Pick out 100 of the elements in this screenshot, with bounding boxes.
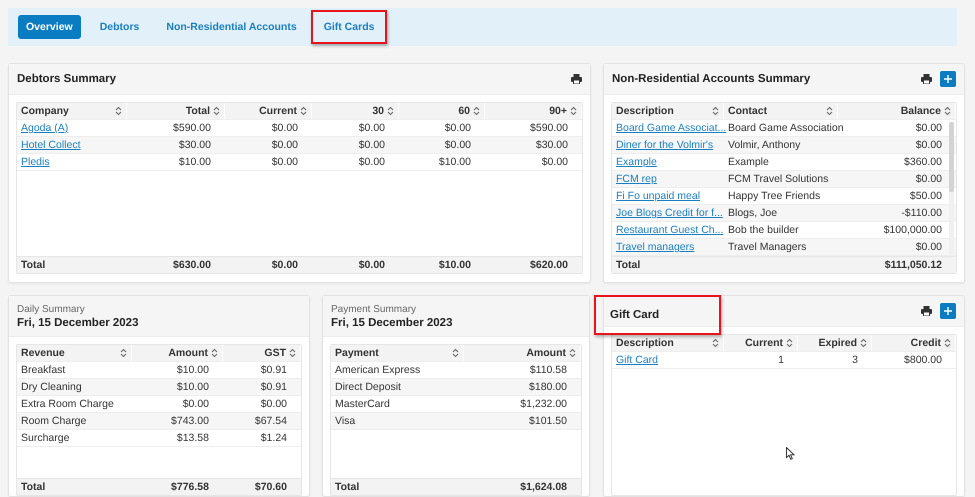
add-button[interactable] (940, 303, 956, 319)
total-cell: Total (335, 481, 360, 493)
sort-icon (570, 106, 577, 116)
total-cell: $1,624.08 (520, 481, 567, 493)
card-subtitle: Daily Summary (17, 304, 85, 314)
table-cell: $10.00 (178, 156, 211, 168)
table-cell: Room Charge (21, 415, 86, 427)
table-cell: $10.00 (176, 364, 209, 376)
table-cell: Travel Managers (728, 241, 806, 253)
table-cell: $0.00 (358, 139, 385, 151)
table-cell: $0.00 (444, 139, 471, 151)
table-cell: American Express (335, 364, 420, 376)
column-header[interactable]: Current (259, 105, 297, 117)
account-link[interactable]: Fi Fo unpaid meal (616, 190, 700, 202)
table-cell: Blogs, Joe (728, 207, 778, 219)
table-cell: Bob the builder (728, 224, 799, 236)
column-header[interactable]: Description (616, 337, 674, 349)
account-link[interactable]: FCM rep (616, 173, 657, 185)
sort-icon (826, 106, 833, 116)
column-header[interactable]: 30 (372, 105, 384, 117)
table-cell: $0.00 (542, 156, 568, 168)
card-title: Debtors Summary (17, 73, 116, 85)
card-date: Fri, 15 December 2023 (17, 316, 138, 328)
table-cell: Volmir, Anthony (728, 139, 800, 151)
sort-icon (944, 338, 951, 348)
sort-icon (944, 106, 951, 116)
mouse-pointer-icon (786, 447, 795, 460)
scrollbar[interactable] (949, 122, 954, 254)
table-cell: Direct Deposit (335, 381, 401, 393)
sort-icon (120, 348, 127, 358)
print-icon[interactable] (571, 74, 582, 84)
column-header[interactable]: Revenue (21, 347, 65, 359)
plus-icon (944, 75, 952, 83)
total-cell: $620.00 (530, 259, 568, 271)
table-cell: $1,232.00 (520, 398, 567, 410)
total-cell: $70.60 (254, 481, 287, 493)
column-header[interactable]: 60 (458, 105, 470, 117)
card-date: Fri, 15 December 2023 (331, 316, 452, 328)
add-button[interactable] (940, 71, 956, 87)
card-subtitle: Payment Summary (331, 304, 416, 314)
table-cell: $30.00 (536, 139, 568, 151)
tab[interactable]: Non-Residential Accounts (158, 15, 305, 39)
table-cell: $30.00 (178, 139, 211, 151)
account-link[interactable]: Joe Blogs Credit for f... (616, 207, 723, 219)
account-link[interactable]: Restaurant Guest Ch... (616, 224, 724, 236)
column-header[interactable]: Balance (900, 105, 941, 117)
account-link[interactable]: Pledis (21, 156, 50, 168)
table-cell: MasterCard (335, 398, 390, 410)
table-cell: $110.58 (530, 364, 567, 376)
print-icon[interactable] (921, 306, 932, 316)
table-cell: $10.00 (438, 156, 471, 168)
total-cell: $0.00 (358, 259, 385, 271)
column-header[interactable]: Company (21, 105, 69, 117)
column-header[interactable]: Expired (818, 337, 857, 349)
column-header[interactable]: Amount (168, 347, 208, 359)
total-cell: Total (21, 259, 46, 271)
table-cell: Example (728, 156, 769, 168)
column-header[interactable]: Current (745, 337, 783, 349)
table-cell: $13.58 (176, 432, 209, 444)
table-cell: 3 (852, 354, 858, 366)
account-link[interactable]: Diner for the Volmir's (616, 139, 714, 151)
column-header[interactable]: Contact (728, 105, 768, 117)
table-cell: $360.00 (904, 156, 942, 168)
table-cell: $50.00 (910, 190, 942, 202)
card-title: Non-Residential Accounts Summary (612, 73, 810, 85)
column-header[interactable]: Payment (335, 347, 379, 359)
table-cell: $0.00 (182, 398, 209, 410)
table-cell: $743.00 (171, 415, 209, 427)
table-cell: $100,000.00 (884, 224, 942, 236)
column-header[interactable]: GST (264, 347, 286, 359)
tab[interactable]: Overview (18, 15, 81, 39)
table-cell: $10.00 (176, 381, 209, 393)
column-header[interactable]: Amount (526, 347, 566, 359)
column-header[interactable]: Total (186, 105, 210, 117)
account-link[interactable]: Example (616, 156, 657, 168)
account-link[interactable]: Board Game Associat... (616, 122, 726, 134)
account-link[interactable]: Hotel Collect (21, 139, 81, 151)
table-cell: $0.00 (358, 122, 385, 134)
table-cell: FCM Travel Solutions (728, 173, 828, 185)
sort-icon (387, 106, 394, 116)
account-link[interactable]: Agoda (A) (21, 122, 68, 134)
table-cell: $0.91 (260, 381, 287, 393)
account-link[interactable]: Gift Card (616, 354, 658, 366)
tab[interactable]: Gift Cards (316, 15, 382, 39)
print-icon[interactable] (921, 74, 932, 84)
sort-icon (213, 106, 220, 116)
table-cell: $101.50 (529, 415, 567, 427)
table-cell: $800.00 (904, 354, 942, 366)
account-link[interactable]: Travel managers (616, 241, 694, 253)
table-cell: $180.00 (529, 381, 567, 393)
table-cell: Dry Cleaning (21, 381, 82, 393)
tab[interactable]: Debtors (92, 15, 148, 39)
column-header[interactable]: Credit (910, 337, 941, 349)
total-cell: $10.00 (438, 259, 471, 271)
column-header[interactable]: Description (616, 105, 674, 117)
table-cell: $0.00 (916, 122, 942, 134)
total-cell: Total (21, 481, 46, 493)
table-cell: Visa (335, 415, 356, 427)
column-header[interactable]: 90+ (549, 105, 567, 117)
sort-icon (786, 338, 793, 348)
